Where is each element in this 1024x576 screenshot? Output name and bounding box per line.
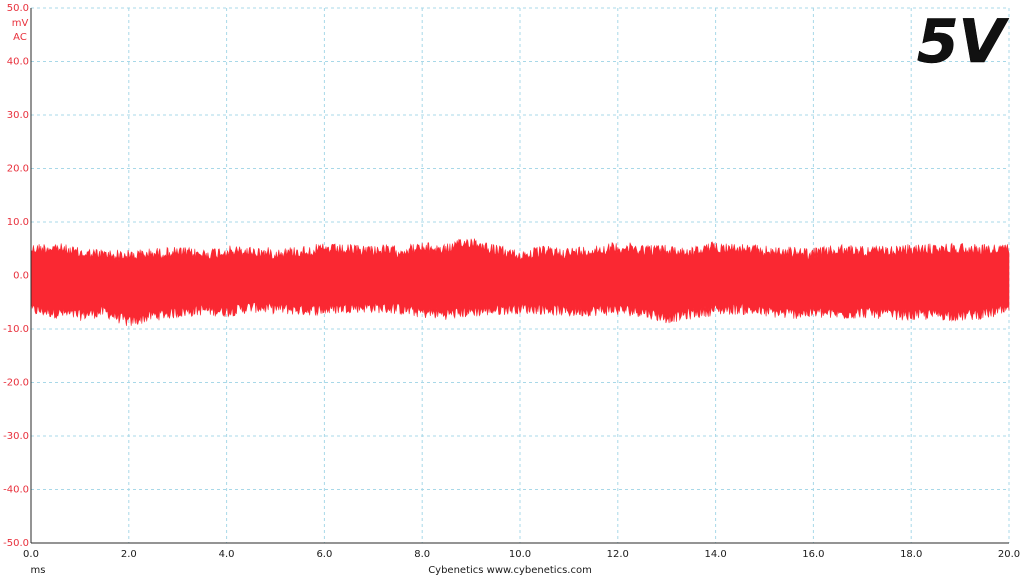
x-tick-label-2: 4.0 bbox=[219, 549, 235, 560]
chart-title: 5V bbox=[917, 7, 1010, 77]
y-tick-label-9: -40.0 bbox=[3, 485, 29, 496]
x-unit-label: ms bbox=[31, 565, 46, 576]
x-tick-label-5: 10.0 bbox=[509, 549, 531, 560]
x-tick-label-8: 16.0 bbox=[802, 549, 824, 560]
x-tick-label-3: 6.0 bbox=[316, 549, 332, 560]
x-tick-labels: 0.0 2.0 4.0 6.0 8.0 10.0 12.0 14.0 16.0 18.0 20.0 bbox=[23, 549, 1020, 560]
x-tick-label-9: 18.0 bbox=[900, 549, 922, 560]
series-band-0 bbox=[30, 238, 1010, 326]
x-tick-label-7: 14.0 bbox=[704, 549, 726, 560]
x-tick-label-4: 8.0 bbox=[414, 549, 430, 560]
y-tick-label-3: 20.0 bbox=[7, 164, 29, 175]
y-mode-label: AC bbox=[13, 32, 27, 43]
x-tick-label-0: 0.0 bbox=[23, 549, 39, 560]
y-tick-label-5: 0.0 bbox=[13, 271, 29, 282]
x-tick-label-1: 2.0 bbox=[121, 549, 137, 560]
y-tick-label-10: -50.0 bbox=[3, 538, 29, 549]
x-tick-label-10: 20.0 bbox=[998, 549, 1020, 560]
y-tick-label-2: 30.0 bbox=[7, 110, 29, 121]
credit-text: Cybenetics www.cybenetics.com bbox=[428, 565, 592, 576]
y-tick-label-8: -30.0 bbox=[3, 431, 29, 442]
y-tick-label-6: -10.0 bbox=[3, 324, 29, 335]
x-tick-label-6: 12.0 bbox=[607, 549, 629, 560]
y-tick-label-7: -20.0 bbox=[3, 378, 29, 389]
series-group bbox=[30, 238, 1010, 326]
y-unit-label: mV bbox=[12, 18, 29, 29]
y-tick-label-1: 40.0 bbox=[7, 57, 29, 68]
y-tick-label-0: 50.0 bbox=[7, 3, 29, 14]
ripple-chart: 50.0 40.0 30.0 20.0 10.0 0.0 -10.0 -20.0 -30.0 -4… bbox=[3, 3, 1020, 576]
y-tick-labels: 50.0 40.0 30.0 20.0 10.0 0.0 -10.0 -20.0 -30.0 -4… bbox=[3, 3, 29, 549]
y-tick-label-4: 10.0 bbox=[7, 217, 29, 228]
